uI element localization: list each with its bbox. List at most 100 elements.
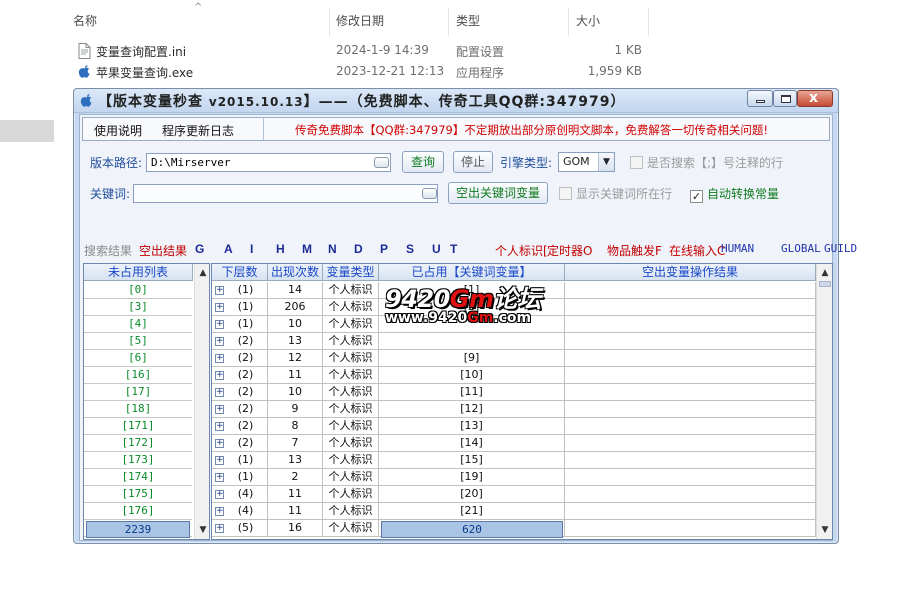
list-item[interactable]: [6] xyxy=(84,350,192,367)
filter-tab[interactable]: 搜索结果 xyxy=(84,242,132,259)
col-level[interactable]: 下层数 xyxy=(212,264,268,281)
table-row[interactable]: + (2) 7 个人标识 [14] xyxy=(212,435,816,452)
scroll-down-icon[interactable]: ▼ xyxy=(817,523,832,537)
unused-list-scrollbar[interactable]: ▲ ▼ xyxy=(194,264,209,539)
list-item[interactable]: [171] xyxy=(84,418,192,435)
table-row[interactable]: + (2) 12 个人标识 [9] xyxy=(212,350,816,367)
list-item[interactable]: [16] xyxy=(84,367,192,384)
expand-icon[interactable]: + xyxy=(215,439,224,448)
table-row[interactable]: + (2) 13 个人标识 xyxy=(212,333,816,350)
list-item[interactable]: [0] xyxy=(84,282,192,299)
minimize-button[interactable] xyxy=(747,90,773,107)
list-item[interactable]: [172] xyxy=(84,435,192,452)
list-item[interactable]: [4] xyxy=(84,316,192,333)
unused-list-header[interactable]: 未占用列表 xyxy=(84,264,193,281)
scroll-thumb[interactable] xyxy=(819,281,831,287)
col-var-type[interactable]: 变量类型 xyxy=(323,264,379,281)
filter-tab[interactable]: D xyxy=(354,242,363,256)
filter-tab[interactable]: 物品触发F xyxy=(607,242,662,259)
list-item[interactable]: [18] xyxy=(84,401,192,418)
column-name[interactable]: 名称 xyxy=(66,8,330,36)
nav-selected-item[interactable] xyxy=(0,120,54,142)
column-type[interactable]: 类型 xyxy=(449,8,569,36)
col-result[interactable]: 空出变量操作结果 xyxy=(565,264,816,281)
expand-icon[interactable]: + xyxy=(215,337,224,346)
file-row[interactable]: 变量查询配置.ini 2024-1-9 14:39 配置设置 1 KB xyxy=(66,41,666,62)
keyword-dropdown-button[interactable] xyxy=(422,188,437,199)
filter-tab[interactable]: 在线输入C xyxy=(669,242,725,259)
query-button[interactable]: 查询 xyxy=(402,151,444,173)
path-browse-button[interactable] xyxy=(374,157,389,168)
table-row[interactable]: + (2) 10 个人标识 [11] xyxy=(212,384,816,401)
scroll-down-icon[interactable]: ▼ xyxy=(195,523,209,537)
auto-convert-checkbox[interactable]: ✓ 自动转换常量 xyxy=(690,185,779,203)
close-button[interactable]: x xyxy=(797,90,833,107)
table-row[interactable]: + (2) 11 个人标识 [10] xyxy=(212,367,816,384)
column-size[interactable]: 大小 xyxy=(569,8,649,36)
title-bar[interactable]: 【版本变量秒查 v2015.10.13】——（免费脚本、传奇工具QQ群:3479… xyxy=(74,89,838,113)
search-comment-checkbox[interactable]: 是否搜索【;】号注释的行 xyxy=(630,154,783,171)
col-count[interactable]: 出现次数 xyxy=(268,264,323,281)
filter-tab[interactable]: 个人标识[ xyxy=(495,242,548,259)
filter-tab[interactable]: M xyxy=(302,242,312,256)
list-item[interactable]: [176] xyxy=(84,503,192,520)
list-item[interactable]: [173] xyxy=(84,452,192,469)
empty-keyword-var-button[interactable]: 空出关键词变量 xyxy=(448,182,548,204)
list-item[interactable]: [175] xyxy=(84,486,192,503)
expand-icon[interactable]: + xyxy=(215,320,224,329)
scroll-up-icon[interactable]: ▲ xyxy=(817,266,832,280)
filter-tab[interactable]: G xyxy=(195,242,204,256)
list-item[interactable]: [5] xyxy=(84,333,192,350)
menu-item-help[interactable]: 使用说明 xyxy=(94,122,142,139)
filter-tab[interactable]: T xyxy=(450,242,457,256)
filter-tab[interactable]: 定时器O xyxy=(547,242,592,259)
table-row[interactable]: + (2) 8 个人标识 [13] xyxy=(212,418,816,435)
expand-icon[interactable]: + xyxy=(215,371,224,380)
file-size: 1 KB xyxy=(614,43,642,57)
filter-tab[interactable]: GUILD xyxy=(824,242,857,255)
table-row[interactable]: + (1) 13 个人标识 [15] xyxy=(212,452,816,469)
filter-tab[interactable]: HUMAN xyxy=(721,242,754,255)
list-item[interactable]: [174] xyxy=(84,469,192,486)
filter-tab[interactable]: P xyxy=(380,242,388,256)
scroll-up-icon[interactable]: ▲ xyxy=(195,266,209,280)
expand-icon[interactable]: + xyxy=(215,507,224,516)
table-row[interactable]: + (4) 11 个人标识 [21] xyxy=(212,503,816,520)
stop-button[interactable]: 停止 xyxy=(453,151,493,173)
expand-icon[interactable]: + xyxy=(215,490,224,499)
expand-icon[interactable]: + xyxy=(215,388,224,397)
expand-icon[interactable]: + xyxy=(215,303,224,312)
table-row[interactable]: + (1) 2 个人标识 [19] xyxy=(212,469,816,486)
filter-tab[interactable]: GLOBAL xyxy=(781,242,821,255)
path-input[interactable]: D:\Mirserver xyxy=(146,153,391,172)
filter-tab[interactable]: U xyxy=(432,242,441,256)
table-row[interactable]: + (2) 9 个人标识 [12] xyxy=(212,401,816,418)
filter-tab[interactable]: A xyxy=(224,242,233,256)
expand-icon[interactable]: + xyxy=(215,422,224,431)
filter-tab[interactable]: I xyxy=(250,242,253,256)
filter-tab[interactable]: S xyxy=(406,242,414,256)
expand-icon[interactable]: + xyxy=(215,456,224,465)
file-row[interactable]: 苹果变量查询.exe 2023-12-21 12:13 应用程序 1,959 K… xyxy=(66,62,666,83)
list-item[interactable]: [3] xyxy=(84,299,192,316)
keyword-input[interactable] xyxy=(133,184,438,203)
expand-icon[interactable]: + xyxy=(215,286,224,295)
cell-occupied-var: [12] xyxy=(379,401,565,418)
keyword-label: 关键词: xyxy=(90,187,131,201)
expand-icon[interactable]: + xyxy=(215,405,224,414)
filter-tab[interactable]: N xyxy=(328,242,337,256)
expand-icon[interactable]: + xyxy=(215,524,224,533)
cell-level: + (2) xyxy=(212,333,268,350)
expand-icon[interactable]: + xyxy=(215,473,224,482)
list-item[interactable]: [17] xyxy=(84,384,192,401)
table-row[interactable]: + (4) 11 个人标识 [20] xyxy=(212,486,816,503)
column-modified[interactable]: 修改日期 xyxy=(329,8,449,36)
show-keyword-line-checkbox[interactable]: 显示关键词所在行 xyxy=(559,185,672,202)
expand-icon[interactable]: + xyxy=(215,354,224,363)
filter-tab[interactable]: H xyxy=(276,242,285,256)
filter-tab[interactable]: 空出结果 xyxy=(139,242,187,259)
engine-select[interactable]: GOM ▼ xyxy=(558,152,615,172)
maximize-button[interactable] xyxy=(773,90,797,107)
result-table-scrollbar[interactable]: ▲ ▼ xyxy=(816,264,832,539)
menu-item-changelog[interactable]: 程序更新日志 xyxy=(162,122,234,139)
